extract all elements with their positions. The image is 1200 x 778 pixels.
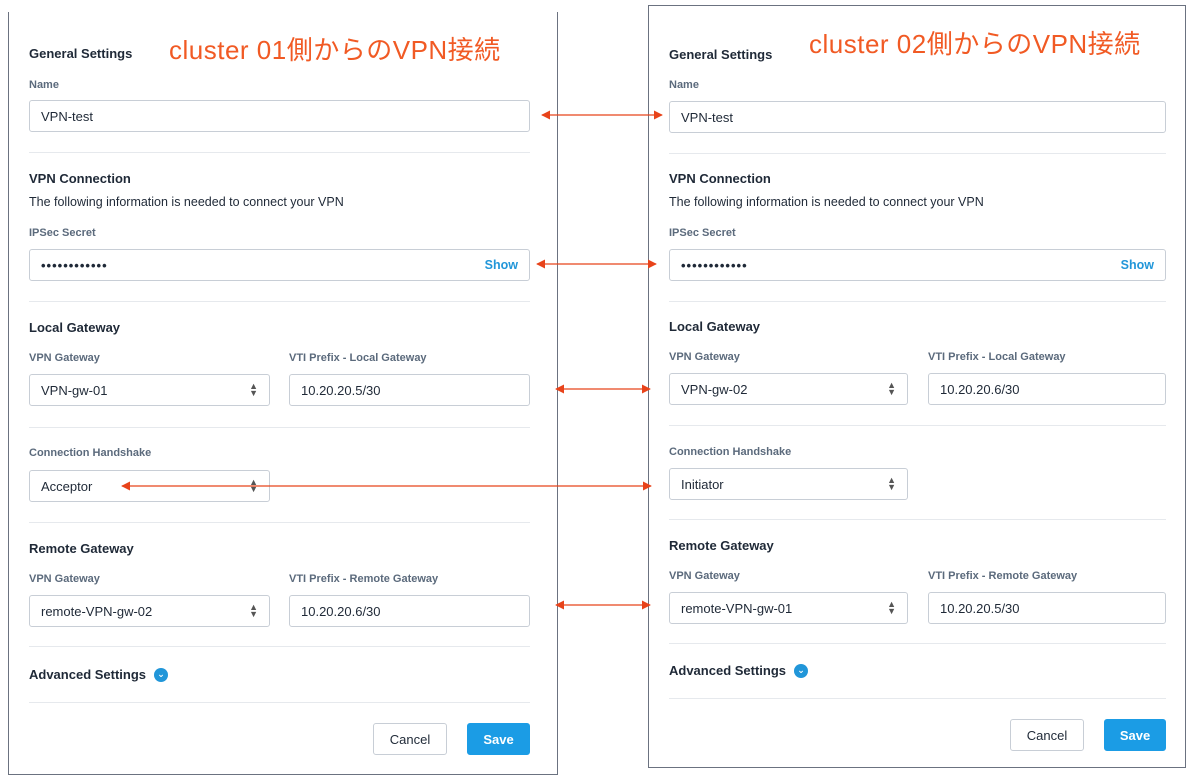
- connection-arrows: [121, 110, 663, 610]
